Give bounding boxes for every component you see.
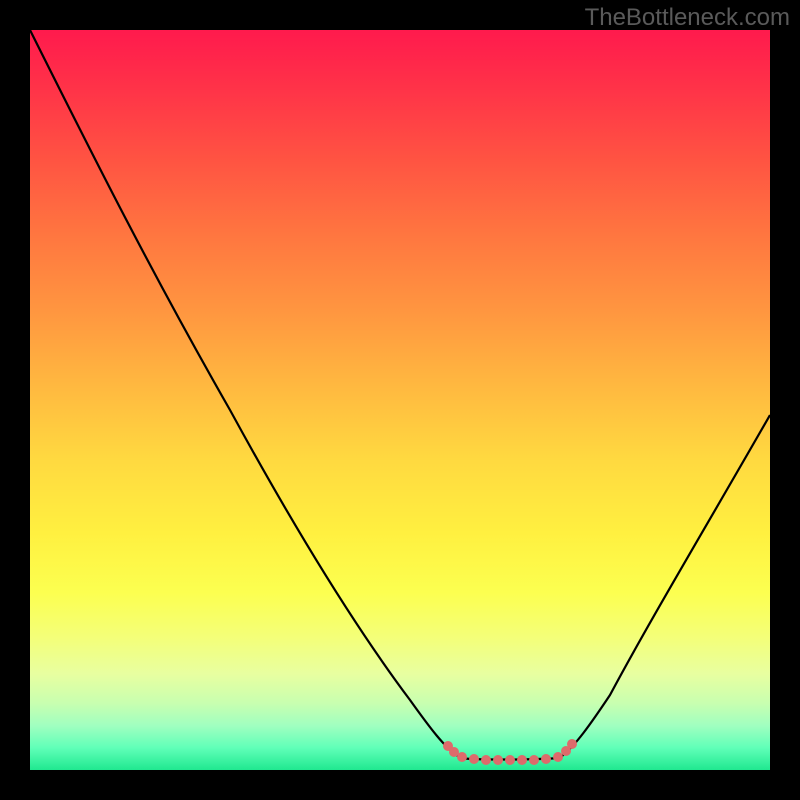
optimal-range-marker bbox=[443, 739, 577, 765]
bottleneck-curve bbox=[30, 30, 770, 760]
curve-overlay bbox=[30, 30, 770, 770]
watermark-text: TheBottleneck.com bbox=[585, 4, 790, 32]
